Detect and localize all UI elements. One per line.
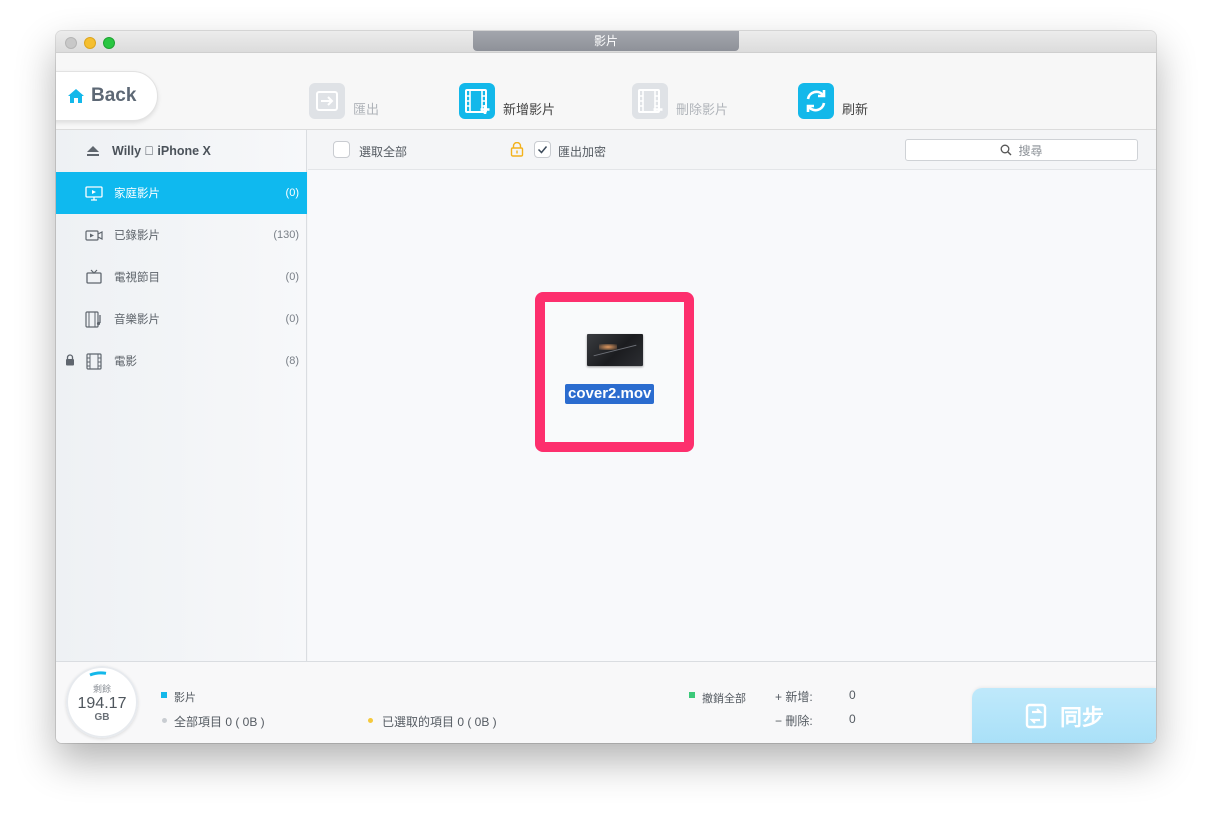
refresh-button[interactable]: 刷新 [798, 79, 868, 119]
storage-arc [89, 671, 107, 677]
sidebar-item-recorded-videos[interactable]: 已錄影片 (130) [56, 214, 307, 256]
device-row[interactable]: Willy  iPhone X [56, 130, 307, 172]
sidebar-item-label: 音樂影片 [114, 314, 160, 326]
film-icon [84, 352, 104, 370]
content-header: 選取全部 匯出加密 搜尋 [308, 130, 1156, 170]
search-icon [1001, 144, 1012, 156]
file-name[interactable]: cover2.mov [565, 384, 655, 404]
close-window-button[interactable] [65, 37, 77, 49]
select-all-checkbox[interactable] [333, 141, 350, 158]
added-count: 0 [849, 688, 856, 702]
all-items-text: 全部項目 0 ( 0B ) [174, 715, 265, 729]
selected-items-text: 已選取的項目 0 ( 0B ) [382, 715, 497, 729]
sidebar-item-home-videos[interactable]: 家庭影片 (0) [56, 172, 307, 214]
export-button[interactable]: 匯出 [309, 79, 379, 119]
video-thumbnail [587, 334, 643, 366]
add-video-label: 新增影片 [503, 102, 556, 117]
sidebar-item-count: (130) [273, 229, 299, 241]
delete-video-button[interactable]: 刪除影片 [632, 79, 728, 119]
sidebar-item-music-videos[interactable]: 音樂影片 (0) [56, 298, 307, 340]
title-bar: 影片 [56, 31, 1156, 53]
delete-video-icon [632, 83, 668, 119]
sync-label: 同步 [1059, 705, 1104, 730]
sidebar-item-count: (0) [285, 187, 299, 199]
video-file-item[interactable]: cover2.mov [535, 292, 694, 452]
device-name: Willy  iPhone X [112, 144, 211, 158]
category-legend-swatch [161, 692, 167, 698]
sidebar-item-movies[interactable]: 電影 (8) [56, 340, 307, 382]
export-label: 匯出 [353, 102, 380, 117]
refresh-label: 刷新 [842, 102, 869, 117]
sidebar-item-count: (0) [285, 313, 299, 325]
storage-gauge: 剩餘 194.17 GB [66, 666, 138, 738]
sidebar-item-label: 電視節目 [114, 272, 160, 284]
all-items-dot [162, 718, 167, 723]
home-icon [68, 89, 84, 103]
sidebar-item-count: (8) [285, 355, 299, 367]
selected-items-dot [368, 718, 373, 723]
sidebar: Willy  iPhone X 家庭影片 (0) 已錄影片 (130) 電視節… [56, 130, 307, 661]
sync-icon [1025, 703, 1047, 729]
back-button[interactable]: Back [56, 71, 158, 121]
export-encrypt-label: 匯出加密 [558, 145, 607, 159]
search-placeholder: 搜尋 [1018, 143, 1043, 158]
add-video-button[interactable]: 新增影片 [459, 79, 555, 119]
minimize-window-button[interactable] [84, 37, 96, 49]
window-title: 影片 [473, 31, 739, 51]
lock-icon [510, 142, 524, 157]
monitor-icon [84, 185, 104, 201]
sidebar-item-count: (0) [285, 271, 299, 283]
export-icon [309, 83, 345, 119]
sync-button[interactable]: 同步 [972, 688, 1156, 743]
toolbar: Back 匯出 新增影片 刪除影片 刷新 [56, 53, 1156, 130]
checkmark-icon [537, 146, 548, 154]
delete-video-label: 刪除影片 [676, 102, 729, 117]
maximize-window-button[interactable] [103, 37, 115, 49]
deleted-count: 0 [849, 712, 856, 726]
sidebar-item-label: 家庭影片 [114, 188, 160, 200]
deleted-label: − 刪除: [775, 714, 813, 728]
back-label: Back [91, 85, 137, 106]
tv-icon [84, 269, 104, 285]
video-camera-icon [84, 227, 104, 243]
status-footer: 剩餘 194.17 GB 影片 全部項目 0 ( 0B ) 已選取的項目 0 (… [56, 661, 1156, 743]
music-film-icon [84, 310, 104, 328]
add-video-icon [459, 83, 495, 119]
select-all-label: 選取全部 [359, 145, 408, 159]
undo-legend-swatch [689, 692, 695, 698]
main-panel: 選取全部 匯出加密 搜尋 cover2.mov [308, 130, 1156, 661]
search-input[interactable]: 搜尋 [905, 139, 1138, 161]
sidebar-item-label: 電影 [114, 356, 137, 368]
export-encrypt-checkbox[interactable] [534, 141, 551, 158]
category-label: 影片 [174, 692, 196, 704]
lock-icon [66, 354, 74, 366]
sidebar-item-tv-shows[interactable]: 電視節目 (0) [56, 256, 307, 298]
added-label: + 新增: [775, 690, 813, 704]
refresh-icon [798, 83, 834, 119]
eject-icon [87, 146, 99, 156]
undo-all-button[interactable]: 撤銷全部 [702, 690, 746, 706]
app-window: 影片 Back 匯出 新增影片 刪除影片 刷新 Willy iPhone X 家… [56, 31, 1156, 743]
sidebar-item-label: 已錄影片 [114, 230, 160, 242]
